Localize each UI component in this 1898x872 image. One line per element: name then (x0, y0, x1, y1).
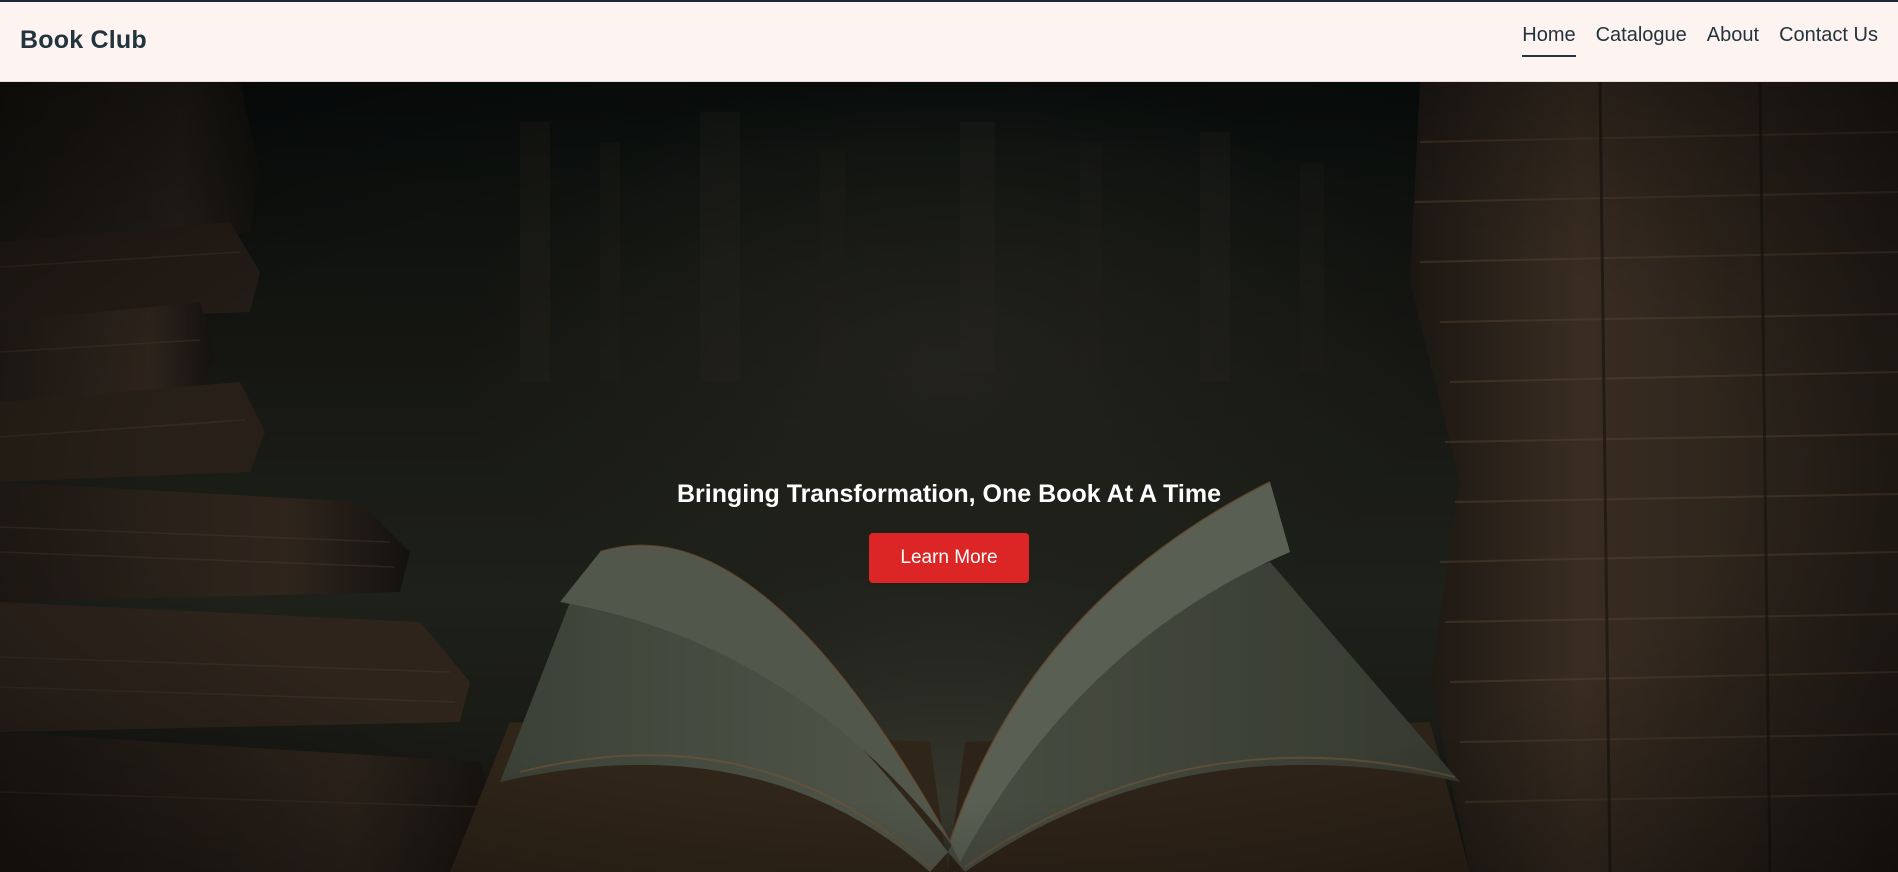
brand-logo[interactable]: Book Club (20, 26, 147, 55)
hero-section: Bringing Transformation, One Book At A T… (0, 82, 1898, 872)
learn-more-button[interactable]: Learn More (869, 533, 1029, 583)
hero-headline: Bringing Transformation, One Book At A T… (676, 480, 1222, 508)
nav-item-catalogue[interactable]: Catalogue (1596, 24, 1687, 57)
nav-item-home[interactable]: Home (1522, 24, 1576, 57)
main-nav: Home Catalogue About Contact Us (1522, 24, 1878, 57)
hero-background-image (0, 82, 1898, 872)
nav-item-contact-us[interactable]: Contact Us (1779, 24, 1878, 57)
site-navbar: Book Club Home Catalogue About Contact U… (0, 2, 1898, 82)
nav-item-about[interactable]: About (1707, 24, 1759, 57)
